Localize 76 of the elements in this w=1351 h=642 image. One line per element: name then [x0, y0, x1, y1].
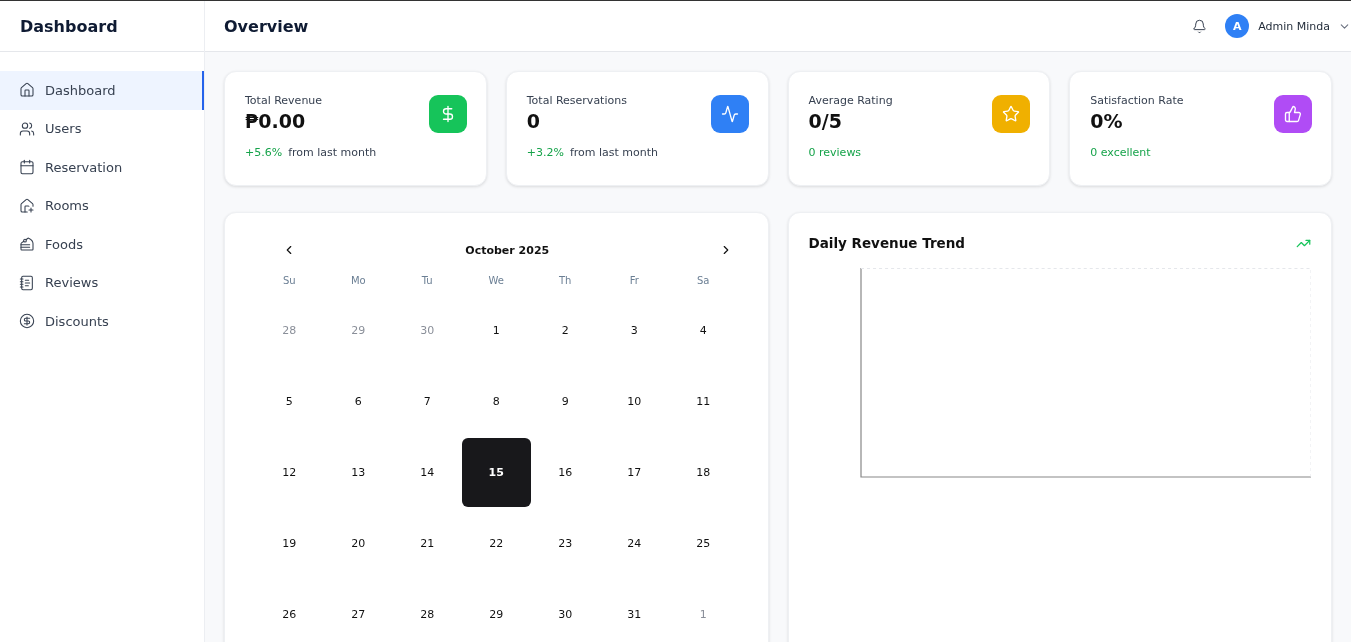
calendar-day[interactable]: 21 — [392, 509, 462, 578]
star-icon — [1002, 105, 1021, 123]
stat-value: 0% — [1090, 110, 1124, 132]
thumbs-up-icon — [1284, 105, 1302, 123]
calendar-day[interactable]: 24 — [599, 509, 669, 578]
calendar-day[interactable]: 7 — [392, 367, 462, 436]
calendar-day[interactable]: 25 — [668, 509, 738, 578]
calendar-day[interactable]: 10 — [599, 367, 669, 436]
user-name[interactable]: Admin Minda — [1258, 19, 1330, 33]
sidebar-item[interactable]: Rooms — [0, 186, 204, 225]
weekday-label: Th — [558, 273, 573, 288]
chart-title: Daily Revenue Trend — [808, 235, 965, 251]
stat-change: +3.2% — [526, 146, 564, 159]
sidebar-item[interactable]: Reviews — [0, 263, 204, 302]
stat-label: Total Revenue — [245, 94, 324, 107]
user-avatar: A — [1225, 14, 1250, 38]
calendar-day[interactable]: 20 — [323, 509, 393, 578]
stat-change: +5.6% — [245, 146, 283, 159]
calendar-day[interactable]: 3 — [599, 296, 669, 365]
weekday-label: Sa — [696, 273, 711, 288]
notebook-icon — [19, 274, 35, 291]
page-title: Overview — [224, 16, 310, 36]
calendar-day[interactable]: 31 — [599, 580, 669, 642]
stat-change: 0 reviews — [808, 146, 862, 159]
calendar-day[interactable]: 13 — [323, 438, 393, 507]
calendar-day[interactable]: 26 — [254, 580, 324, 642]
calendar-day[interactable]: 30 — [530, 580, 600, 642]
sidebar-item[interactable]: Dashboard — [0, 71, 204, 110]
house-plus-icon — [19, 197, 35, 214]
stat-value: 0/5 — [808, 110, 843, 132]
stat-note: from last month — [288, 146, 377, 159]
calendar-day[interactable]: 22 — [461, 509, 531, 578]
weekday-label: Tu — [420, 273, 434, 288]
calendar-day[interactable]: 9 — [530, 367, 600, 436]
calendar-day[interactable]: 8 — [461, 367, 531, 436]
calendar-day[interactable]: 5 — [254, 367, 324, 436]
calendar-day[interactable]: 2 — [530, 296, 600, 365]
cake-icon — [19, 236, 35, 253]
sidebar-item[interactable]: Discounts — [0, 302, 204, 341]
weekday-label: Fr — [628, 273, 640, 288]
sidebar-item[interactable]: Foods — [0, 225, 204, 264]
calendar-icon — [19, 159, 35, 176]
calendar-day[interactable]: 27 — [323, 580, 393, 642]
sidebar-title: Dashboard — [20, 16, 118, 36]
calendar-day[interactable]: 12 — [254, 438, 324, 507]
sidebar-item[interactable]: Users — [0, 109, 204, 148]
calendar-day[interactable]: 28 — [392, 580, 462, 642]
stat-label: Satisfaction Rate — [1090, 94, 1184, 107]
stat-change: 0 excellent — [1090, 146, 1151, 159]
calendar-day[interactable]: 6 — [323, 367, 393, 436]
bell-icon[interactable] — [1192, 18, 1208, 34]
calendar-day[interactable]: 1 — [461, 296, 531, 365]
calendar-day[interactable]: 4 — [668, 296, 738, 365]
calendar-day[interactable]: 15 — [461, 438, 531, 507]
sidebar-item[interactable]: Reservation — [0, 148, 204, 187]
calendar-day[interactable]: 23 — [530, 509, 600, 578]
weekday-label: Mo — [349, 273, 367, 288]
calendar-day[interactable]: 19 — [254, 509, 324, 578]
calendar-month: October 2025 — [465, 243, 550, 257]
stat-value: ₱0.00 — [245, 110, 307, 132]
stat-label: Total Reservations — [526, 94, 628, 107]
calendar-day[interactable]: 29 — [461, 580, 531, 642]
dollar-coin-icon — [19, 313, 35, 330]
stat-value: 0 — [526, 110, 541, 132]
home-icon — [19, 82, 35, 99]
stat-label: Average Rating — [808, 94, 893, 107]
users-icon — [19, 120, 35, 137]
pulse-icon — [720, 105, 739, 123]
weekday-label: We — [487, 273, 505, 288]
calendar-day[interactable]: 17 — [599, 438, 669, 507]
calendar-day[interactable]: 14 — [392, 438, 462, 507]
calendar-day[interactable]: 18 — [668, 438, 738, 507]
stat-note: from last month — [569, 146, 659, 159]
weekday-label: Su — [281, 273, 297, 288]
calendar-day[interactable]: 11 — [668, 367, 738, 436]
calendar-day[interactable]: 16 — [530, 438, 600, 507]
